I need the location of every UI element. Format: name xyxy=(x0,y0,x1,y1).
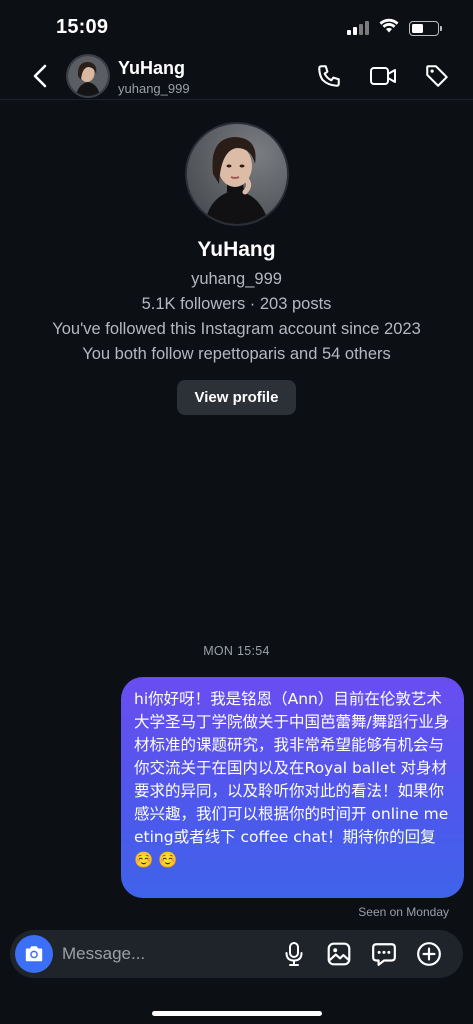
composer-actions xyxy=(280,940,443,968)
battery-level xyxy=(412,23,423,33)
back-chevron-icon xyxy=(33,64,47,88)
video-camera-icon xyxy=(370,67,396,85)
sticker-button[interactable] xyxy=(370,940,398,968)
signal-icon xyxy=(347,21,369,35)
status-time: 15:09 xyxy=(56,16,109,38)
plus-icon xyxy=(417,942,441,966)
call-button[interactable] xyxy=(315,62,343,90)
home-indicator xyxy=(152,1011,322,1016)
message-bubble[interactable]: hi你好呀！我是铭恩（Ann）目前在伦敦艺术大学圣马丁学院做关于中国芭蕾舞/舞蹈… xyxy=(121,677,464,898)
view-profile-button[interactable]: View profile xyxy=(176,380,297,415)
microphone-icon xyxy=(285,942,303,966)
phone-icon xyxy=(318,65,340,87)
mutual-followers-text: You both follow repettoparis and 54 othe… xyxy=(82,345,391,363)
status-icons xyxy=(347,18,442,38)
sticker-icon xyxy=(372,943,396,966)
profile-handle: yuhang_999 xyxy=(191,270,282,288)
profile-stats: 5.1K followers · 203 posts xyxy=(141,295,332,313)
profile-name: YuHang xyxy=(197,238,276,261)
wifi-icon xyxy=(379,18,399,38)
seen-status: Seen on Monday xyxy=(358,905,449,919)
header-avatar[interactable] xyxy=(66,54,110,98)
camera-icon xyxy=(25,946,43,962)
profile-avatar[interactable] xyxy=(184,122,289,226)
header-handle: yuhang_999 xyxy=(118,81,190,96)
tag-button[interactable] xyxy=(423,62,451,90)
back-button[interactable] xyxy=(26,62,54,90)
header-actions xyxy=(315,62,451,90)
chat-header: YuHang yuhang_999 xyxy=(0,54,473,100)
more-options-button[interactable] xyxy=(415,940,443,968)
voice-message-button[interactable] xyxy=(280,940,308,968)
tag-icon xyxy=(426,65,448,87)
profile-card: YuHang yuhang_999 5.1K followers · 203 p… xyxy=(0,122,473,415)
chat-timestamp: MON 15:54 xyxy=(203,644,270,658)
message-composer xyxy=(10,930,463,978)
gallery-button[interactable] xyxy=(325,940,353,968)
camera-button[interactable] xyxy=(15,935,53,973)
status-bar: 15:09 xyxy=(0,0,473,54)
gallery-icon xyxy=(327,942,351,966)
message-input[interactable] xyxy=(62,938,282,970)
battery-icon xyxy=(409,20,442,36)
follow-since-text: You've followed this Instagram account s… xyxy=(52,320,421,338)
video-call-button[interactable] xyxy=(369,62,397,90)
header-name[interactable]: YuHang xyxy=(118,58,185,79)
